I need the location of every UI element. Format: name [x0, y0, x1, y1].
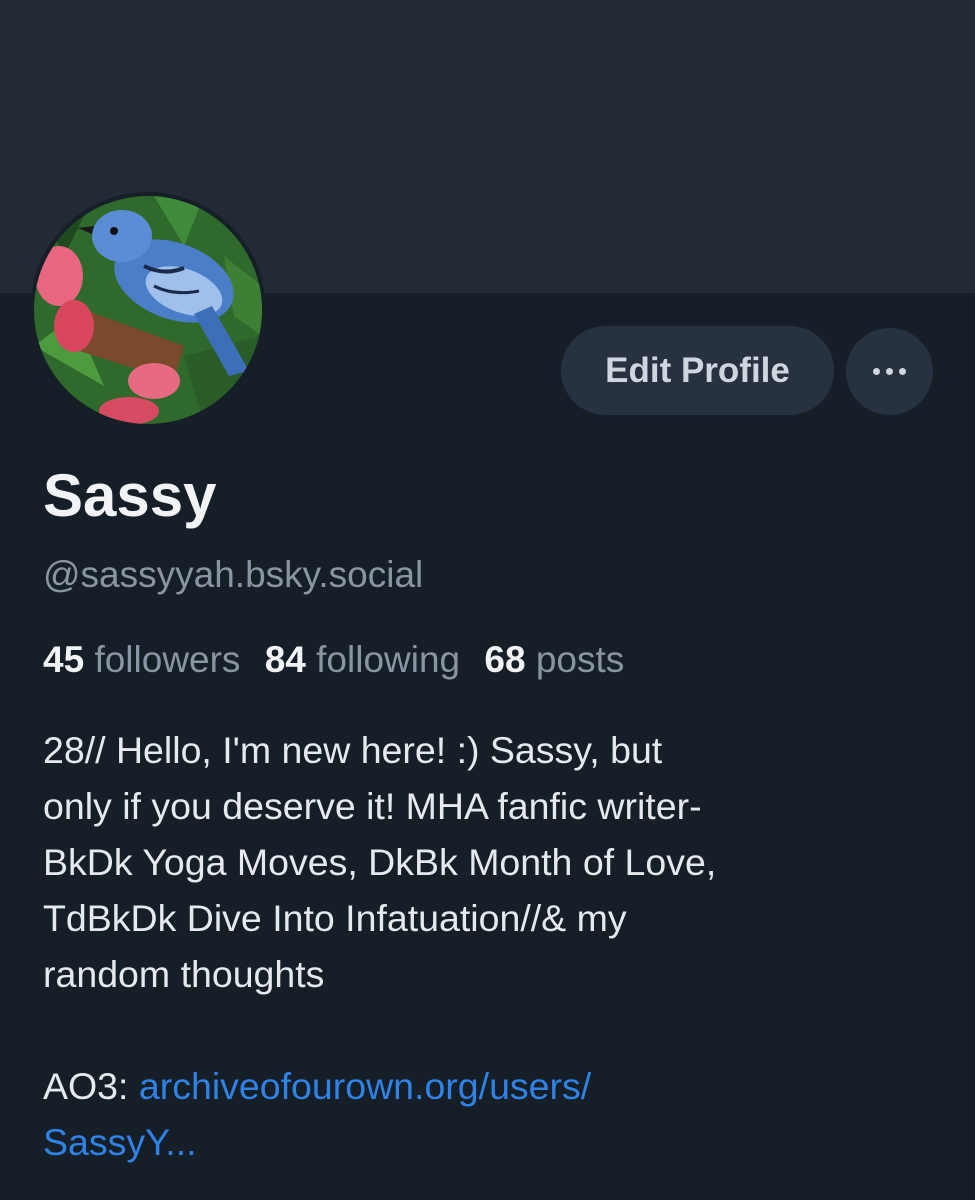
bio-ao3-line-2: SassyY... [43, 1114, 943, 1170]
followers-count: 45 [43, 639, 85, 680]
profile-stats: 45 followers 84 following 68 posts [43, 634, 638, 686]
avatar[interactable] [30, 192, 266, 428]
posts-label: posts [535, 639, 625, 680]
display-name: Sassy [43, 462, 217, 529]
followers-label: followers [94, 639, 241, 680]
following-label: following [316, 639, 461, 680]
edit-profile-button[interactable]: Edit Profile [561, 326, 834, 415]
bio-line: random thoughts [43, 953, 325, 995]
avatar-image [34, 196, 262, 424]
posts-count: 68 [484, 639, 526, 680]
bio-ao3-line: AO3: archiveofourown.org/users/ [43, 1058, 943, 1114]
bio-line: only if you deserve it! MHA fanfic write… [43, 785, 702, 827]
bio-line: TdBkDk Dive Into Infatuation//& my [43, 897, 627, 939]
ao3-link[interactable]: archiveofourown.org/users/ [139, 1065, 591, 1107]
bio-line: 28// Hello, I'm new here! :) Sassy, but [43, 729, 663, 771]
profile-page: Edit Profile Sassy @sassyyah.bsky.social… [0, 0, 975, 1200]
following-count: 84 [264, 639, 306, 680]
ellipsis-icon [873, 368, 906, 375]
ao3-label: AO3: [43, 1065, 139, 1107]
following-stat[interactable]: 84 following [265, 639, 460, 680]
bio-line: BkDk Yoga Moves, DkBk Month of Love, [43, 841, 717, 883]
more-options-button[interactable] [846, 328, 933, 415]
profile-handle: @sassyyah.bsky.social [43, 554, 424, 595]
bio-spacer [43, 1002, 943, 1058]
ao3-link-continued[interactable]: SassyY... [43, 1121, 197, 1163]
followers-stat[interactable]: 45 followers [43, 639, 240, 680]
profile-bio: 28// Hello, I'm new here! :) Sassy, but … [43, 722, 943, 1170]
posts-stat: 68 posts [484, 639, 624, 680]
